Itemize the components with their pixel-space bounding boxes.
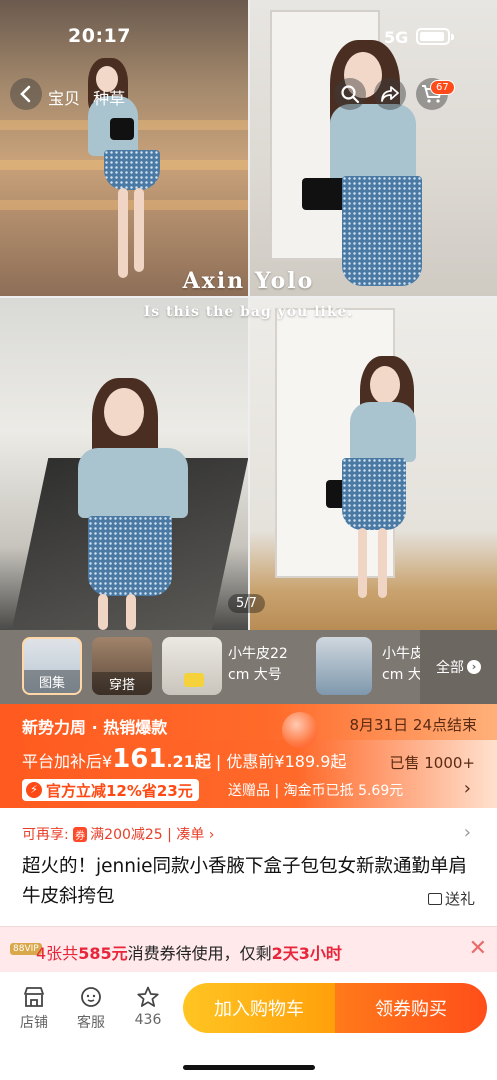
promo-orb-icon <box>282 712 318 748</box>
variant-label-line2: cm 大号 <box>228 667 282 683</box>
send-gift-label: 送礼 <box>444 890 475 908</box>
chevron-right-icon: › <box>463 778 471 799</box>
chevron-left-icon <box>20 85 31 103</box>
coupon-icon: 券 <box>73 827 88 842</box>
home-indicator[interactable] <box>183 1065 315 1070</box>
thumb-variant-cm-label[interactable]: 小牛皮 cm 大 <box>382 644 422 686</box>
voucher-remaining: 2天3小时 <box>271 944 342 963</box>
battery-icon <box>416 28 450 45</box>
lightning-icon: ⚡ <box>26 782 42 798</box>
chevron-right-icon: › <box>463 822 471 843</box>
voucher-count: 4张共 <box>36 944 79 963</box>
chevron-right-icon: › <box>467 660 481 674</box>
search-icon <box>341 85 360 104</box>
status-time: 20:17 <box>68 25 131 47</box>
gift-icon <box>427 893 442 905</box>
cart-badge: 67 <box>430 80 455 95</box>
price-decimal: .21起 <box>166 752 211 771</box>
thumb-label: 图集 <box>24 670 80 693</box>
favorite-count: 436 <box>134 1012 162 1028</box>
top-nav: 宝贝 种草 67 <box>0 76 497 116</box>
price-prefix: 平台加补后¥ <box>22 752 113 771</box>
voucher-text: 4张共585元消费券待使用，仅剩2天3小时 <box>36 940 342 964</box>
shop-label: 店铺 <box>20 1015 48 1031</box>
official-discount-text: 官方立减12%省23元 <box>46 781 193 800</box>
price-integer: 161 <box>112 744 167 774</box>
thumb-variant-22cm[interactable] <box>162 637 222 695</box>
favorite-button[interactable]: 436 <box>128 986 168 1028</box>
add-to-cart-button[interactable]: 加入购物车 <box>183 983 335 1033</box>
status-bar: 20:17 5G <box>0 22 497 52</box>
nav-tabs: 宝贝 种草 <box>48 85 133 109</box>
original-price: 优惠前¥189.9起 <box>226 752 347 771</box>
bottom-action-bar: 店铺 客服 436 加入购物车 领券购买 <box>0 972 497 1080</box>
tab-product[interactable]: 宝贝 <box>48 89 80 108</box>
variant-label-line1: 小牛皮 <box>382 646 422 662</box>
thumb-outfits[interactable]: 穿搭 <box>92 637 152 695</box>
voucher-text-mid: 消费券待使用，仅剩 <box>127 944 272 963</box>
service-label: 客服 <box>77 1015 105 1031</box>
extra-deal-row[interactable]: 可再享: 券满200减25 | 凑单 › <box>22 824 214 844</box>
watermark-title: Axin Yolo <box>182 268 315 294</box>
extra-deal-action: 凑单 <box>176 827 205 843</box>
price-divider: | <box>215 752 227 771</box>
thumb-variant-cm[interactable] <box>316 637 372 695</box>
thumb-variant-22cm-label[interactable]: 小牛皮22 cm 大号 <box>228 644 303 686</box>
extra-deal-amount: 满200减25 <box>90 827 163 843</box>
price-line: 平台加补后¥161.21起 | 优惠前¥189.9起 <box>22 744 346 774</box>
gallery-photo-4 <box>250 298 497 630</box>
buy-with-coupon-button[interactable]: 领券购买 <box>335 983 487 1033</box>
voucher-notice-bar[interactable]: 88VIP 4张共585元消费券待使用，仅剩2天3小时 ✕ <box>0 926 497 972</box>
close-icon[interactable]: ✕ <box>469 936 487 961</box>
gift-coins-text: 送赠品 | 淘金币已抵 5.69元 <box>228 783 404 799</box>
official-discount-badge: ⚡ 官方立减12%省23元 <box>22 779 199 801</box>
chat-face-icon <box>81 987 101 1007</box>
star-icon <box>137 986 159 1007</box>
search-button[interactable] <box>334 78 366 110</box>
thumb-gallery[interactable]: 图集 <box>22 637 82 695</box>
tab-seeding[interactable]: 种草 <box>93 89 125 108</box>
gallery-photo-3 <box>0 298 248 630</box>
variant-label-line2: cm 大 <box>382 667 422 683</box>
view-all-button[interactable]: 全部 › <box>420 630 497 704</box>
battery-tip <box>451 34 454 40</box>
thumb-label: 穿搭 <box>92 672 152 695</box>
variant-label-line1: 小牛皮22 <box>228 646 288 662</box>
sold-count: 已售 1000+ <box>389 754 475 772</box>
share-button[interactable] <box>374 78 406 110</box>
bag-thumbnail-image <box>184 673 204 687</box>
chevron-right-icon: › <box>208 827 215 843</box>
watermark-subtitle: Is this the bag you like. <box>143 304 354 320</box>
voucher-amount: 585元 <box>78 944 128 963</box>
extra-deal-divider: | <box>167 827 177 843</box>
shop-button[interactable]: 店铺 <box>14 986 54 1032</box>
extra-deal-label: 可再享: <box>22 827 69 843</box>
promo-title: 新势力周 · 热销爆款 <box>22 718 168 737</box>
share-icon <box>381 86 399 102</box>
image-counter: 5/7 <box>228 594 265 613</box>
view-all-label: 全部 <box>436 660 464 676</box>
shop-icon <box>24 987 44 1007</box>
customer-service-button[interactable]: 客服 <box>71 986 111 1032</box>
send-gift-button[interactable]: 送礼 <box>427 888 475 909</box>
promo-end-time: 8月31日 24点结束 <box>349 716 478 734</box>
product-title: 超火的！jennie同款小香腋下盒子包包女新款通勤单肩牛皮斜挎包 <box>22 856 467 907</box>
network-indicator: 5G <box>384 28 409 47</box>
back-button[interactable] <box>10 78 42 110</box>
promo-banner[interactable]: 新势力周 · 热销爆款 8月31日 24点结束 平台加补后¥161.21起 | … <box>0 704 497 808</box>
